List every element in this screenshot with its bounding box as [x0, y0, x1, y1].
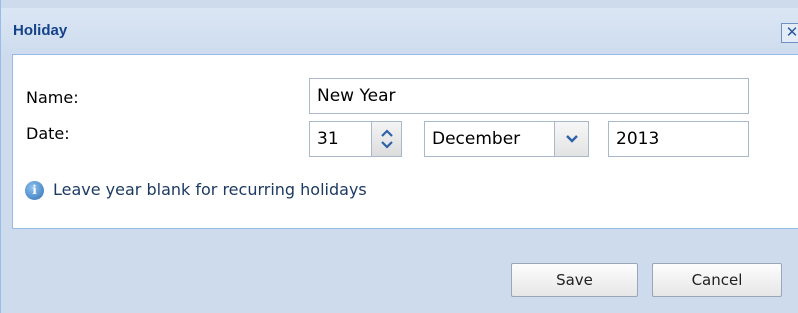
day-spinner[interactable] — [371, 121, 402, 157]
cancel-button[interactable]: Cancel — [652, 263, 782, 297]
name-field[interactable]: New Year — [309, 78, 749, 114]
info-icon: i — [25, 181, 44, 200]
spinner-arrows-icon — [381, 129, 393, 149]
month-select-value: December — [432, 129, 521, 149]
holiday-dialog: Holiday ✕ Name: New Year Date: 31 Decemb… — [0, 0, 798, 313]
save-button[interactable]: Save — [511, 263, 638, 297]
close-icon: ✕ — [785, 23, 798, 41]
date-label: Date: — [26, 124, 70, 143]
month-dropdown-button[interactable] — [554, 122, 588, 156]
day-input[interactable]: 31 — [309, 121, 373, 157]
dialog-title: Holiday — [13, 22, 68, 39]
close-button[interactable]: ✕ — [781, 23, 798, 43]
chevron-down-icon — [566, 135, 578, 143]
dialog-titlebar[interactable]: Holiday ✕ — [1, 8, 798, 54]
name-label: Name: — [26, 88, 79, 107]
info-text: Leave year blank for recurring holidays — [53, 180, 367, 199]
year-input[interactable]: 2013 — [608, 121, 749, 157]
